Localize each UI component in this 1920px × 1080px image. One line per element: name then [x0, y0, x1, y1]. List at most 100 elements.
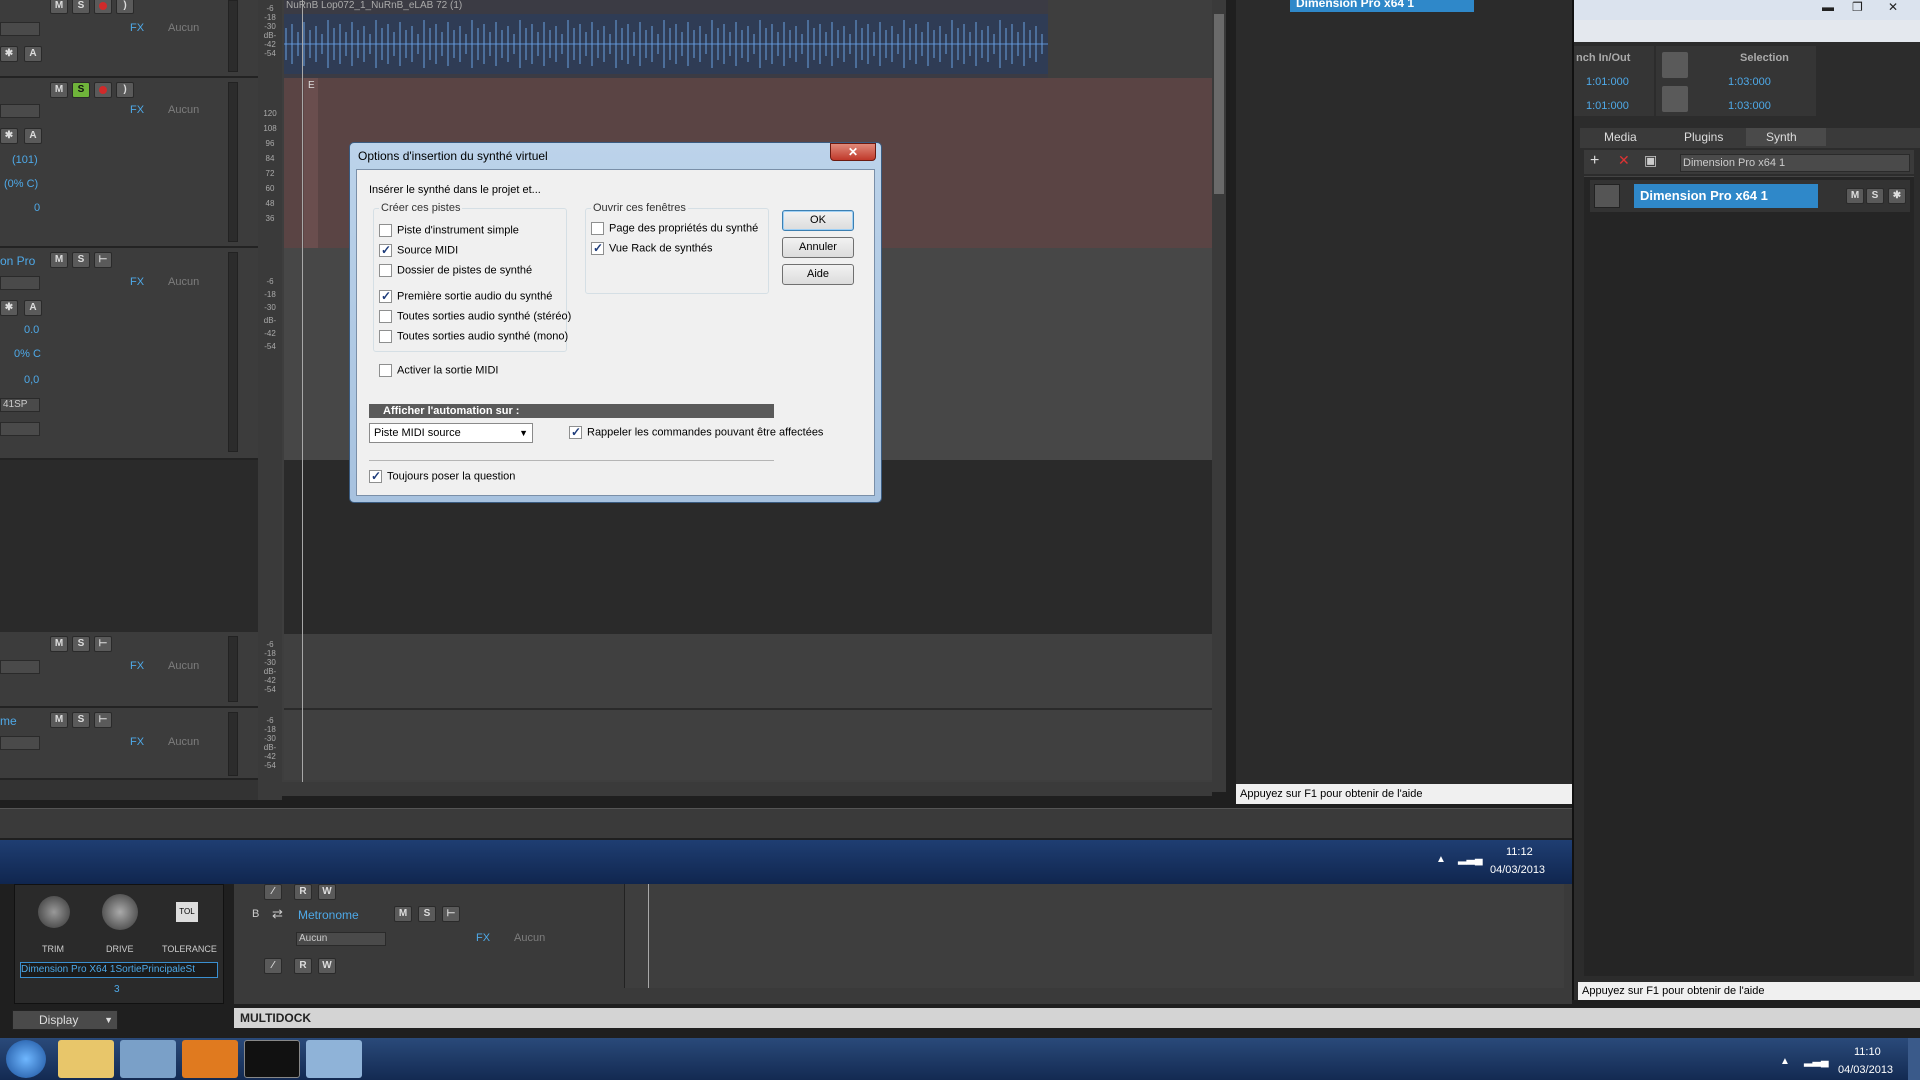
solo-button[interactable]: S: [72, 712, 90, 728]
firefox-taskbar-icon[interactable]: [182, 1040, 238, 1078]
start-button[interactable]: [6, 1040, 46, 1078]
metronome-track-name[interactable]: Metronome: [298, 908, 359, 922]
input-label[interactable]: Aucun: [168, 104, 199, 116]
checkbox-synth-properties[interactable]: [591, 222, 604, 235]
fx-label[interactable]: FX: [130, 660, 144, 672]
display-dropdown[interactable]: Display ▼: [12, 1010, 118, 1030]
minimize-icon[interactable]: ▬: [1822, 0, 1834, 14]
audio-clip[interactable]: NuRnB Lop072_1_NuRnB_eLAB 72 (1): [284, 0, 1048, 78]
tray-arrow-icon[interactable]: ▲: [1436, 854, 1446, 865]
mute-button[interactable]: M: [50, 636, 68, 652]
tab-synth[interactable]: Synth: [1746, 128, 1826, 146]
drive-knob[interactable]: [102, 894, 138, 930]
cancel-button[interactable]: Annuler: [782, 237, 854, 258]
checkbox-simple-instrument[interactable]: [379, 224, 392, 237]
metronome-mute-button[interactable]: M: [394, 906, 412, 922]
trim-knob[interactable]: [38, 896, 70, 928]
checkbox-all-mono[interactable]: [379, 330, 392, 343]
checkbox-always-ask[interactable]: [369, 469, 382, 483]
mute-button[interactable]: M: [50, 712, 68, 728]
check-synth-rack-view[interactable]: Vue Rack de synthés: [591, 241, 713, 255]
write-button-2[interactable]: W: [318, 958, 336, 974]
write-button[interactable]: W: [318, 884, 336, 900]
freeze-button[interactable]: ⊢: [94, 636, 112, 652]
synth-mute-button[interactable]: M: [1846, 188, 1864, 204]
tab-plugins[interactable]: Plugins: [1664, 128, 1744, 146]
add-synth-icon[interactable]: +: [1590, 152, 1599, 170]
track-dropdown[interactable]: [0, 660, 40, 674]
check-all-mono[interactable]: Toutes sorties audio synthé (mono): [379, 330, 568, 343]
restore-icon[interactable]: ❐: [1852, 0, 1863, 14]
input-echo-button[interactable]: ): [116, 82, 134, 98]
track-dropdown[interactable]: [0, 22, 40, 36]
paint-taskbar-icon[interactable]: [306, 1040, 362, 1078]
param-value[interactable]: 0: [34, 202, 40, 214]
checkbox-all-stereo[interactable]: [379, 310, 392, 323]
record-button[interactable]: [94, 82, 112, 98]
browser-taskbar-icon[interactable]: [120, 1040, 176, 1078]
checkbox-midi-output[interactable]: [379, 364, 392, 377]
check-midi-output[interactable]: Activer la sortie MIDI: [379, 364, 498, 377]
output-dropdown[interactable]: 41SP: [0, 398, 40, 412]
fx-label[interactable]: FX: [130, 104, 144, 116]
rack-synth-name[interactable]: Dimension Pro x64 1: [1290, 0, 1474, 12]
multidock-bar[interactable]: MULTIDOCK: [234, 1008, 1920, 1028]
check-synth-folder[interactable]: Dossier de pistes de synthé: [379, 264, 532, 277]
mute-button[interactable]: M: [50, 82, 68, 98]
solo-button[interactable]: S: [72, 636, 90, 652]
automation-write-button[interactable]: A: [24, 128, 42, 144]
punch-in-time[interactable]: 1:01:000: [1586, 76, 1629, 88]
dialog-close-button[interactable]: ✕: [830, 143, 876, 161]
volume-value[interactable]: (101): [12, 154, 38, 166]
check-always-ask[interactable]: Toujours poser la question: [369, 469, 515, 483]
fx-label[interactable]: FX: [130, 22, 144, 34]
show-desktop-button[interactable]: [1908, 1038, 1920, 1080]
read-button[interactable]: R: [294, 884, 312, 900]
close-icon[interactable]: ✕: [1888, 0, 1898, 14]
checkbox-synth-folder[interactable]: [379, 264, 392, 277]
tray-arrow-icon[interactable]: ▲: [1780, 1056, 1790, 1067]
tab-media[interactable]: Media: [1584, 128, 1664, 146]
checkbox-synth-rack-view[interactable]: [591, 241, 604, 255]
split-bar[interactable]: [0, 808, 1572, 838]
tol-button[interactable]: TOL: [176, 902, 198, 922]
fx-label[interactable]: FX: [130, 276, 144, 288]
synth-rack-item[interactable]: Dimension Pro x64 1 M S ✱: [1590, 180, 1910, 212]
automation-read-button[interactable]: ✱: [0, 128, 18, 144]
metronome-solo-button[interactable]: S: [418, 906, 436, 922]
automation-write-button[interactable]: A: [24, 46, 42, 62]
track-lane-5[interactable]: [284, 708, 1212, 780]
automation-write-button[interactable]: A: [24, 300, 42, 316]
track-lane-4[interactable]: [284, 632, 1212, 708]
mute-button[interactable]: M: [50, 0, 68, 14]
volume-value[interactable]: 0.0: [24, 324, 39, 336]
horizontal-scrollbar[interactable]: [282, 782, 1212, 796]
read-button-2[interactable]: R: [294, 958, 312, 974]
metronome-input-dropdown[interactable]: Aucun: [296, 932, 386, 946]
checkbox-recall-controls[interactable]: [569, 425, 582, 439]
selection-start-icon[interactable]: [1662, 52, 1688, 78]
pan-value[interactable]: (0% C): [4, 178, 38, 190]
now-time-cursor[interactable]: [302, 0, 303, 792]
automation-button[interactable]: ⁄: [264, 884, 282, 900]
checkbox-midi-source[interactable]: [379, 243, 392, 257]
input-label[interactable]: Aucun: [168, 22, 199, 34]
check-recall-controls[interactable]: Rappeler les commandes pouvant être affe…: [569, 425, 823, 439]
bottom-clips-lane[interactable]: [624, 884, 1564, 988]
synth-name-field[interactable]: Dimension Pro x64 1: [1634, 184, 1818, 208]
track-name[interactable]: on Pro: [0, 254, 35, 268]
automation-read-button[interactable]: ✱: [0, 300, 18, 316]
param-value[interactable]: 0,0: [24, 374, 39, 386]
punch-out-time[interactable]: 1:01:000: [1586, 100, 1629, 112]
input-label[interactable]: Aucun: [168, 660, 199, 672]
metronome-input-label[interactable]: Aucun: [514, 932, 545, 944]
solo-button[interactable]: S: [72, 252, 90, 268]
input-echo-button[interactable]: ): [116, 0, 134, 14]
selection-end-time[interactable]: 1:03:000: [1728, 100, 1771, 112]
metronome-fx-label[interactable]: FX: [476, 932, 490, 944]
sonar-taskbar-icon[interactable]: [244, 1040, 300, 1078]
scrollbar-thumb[interactable]: [1214, 14, 1224, 194]
record-button[interactable]: [94, 0, 112, 14]
check-synth-properties[interactable]: Page des propriétés du synthé: [591, 222, 758, 235]
mute-button[interactable]: M: [50, 252, 68, 268]
